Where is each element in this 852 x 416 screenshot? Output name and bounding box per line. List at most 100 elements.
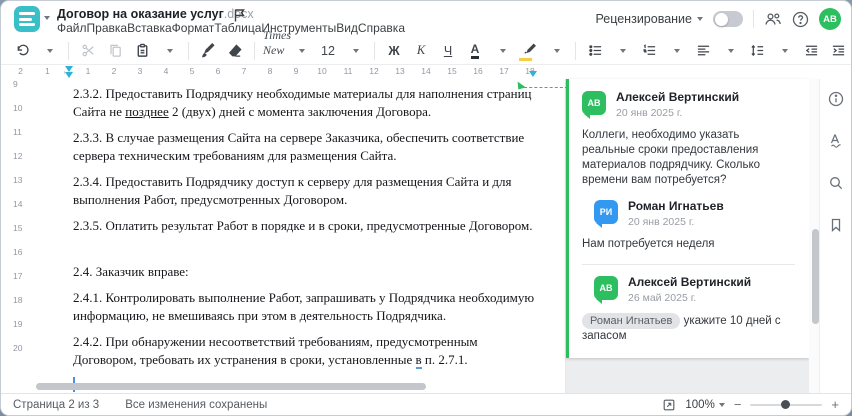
ruler-number: 14 — [13, 199, 23, 209]
ruler-number: 1 — [34, 66, 61, 76]
ruler-number: 5 — [179, 66, 205, 76]
menu-item[interactable]: Правка — [87, 21, 128, 35]
menu-item[interactable]: Файл — [57, 21, 87, 35]
flag-icon[interactable] — [233, 8, 246, 22]
paste-button[interactable] — [129, 39, 155, 63]
paragraph[interactable]: 2.4.2. При обнаружении несоответствий тр… — [73, 333, 543, 369]
horizontal-scrollbar-thumb[interactable] — [36, 383, 426, 390]
review-mode-dropdown[interactable]: Рецензирование — [595, 12, 703, 26]
app-logo-icon[interactable] — [14, 6, 40, 32]
bold-button[interactable]: Ж — [381, 39, 407, 63]
undo-button[interactable] — [9, 39, 35, 63]
ruler-number: 19 — [13, 319, 23, 329]
paragraph[interactable]: 2.3.4. Предоставить Подрядчику доступ к … — [73, 173, 543, 209]
align-left-button[interactable] — [690, 39, 716, 63]
vertical-ruler[interactable]: 9 10 11 12 13 14 15 16 17 18 19 20 — [1, 79, 31, 393]
text-run: 2.3.5. Оплатить результат Работ в порядк… — [73, 218, 533, 233]
font-color-button[interactable]: А — [462, 39, 488, 63]
ruler-number: 15 — [13, 223, 23, 233]
menu-item[interactable]: Формат — [172, 21, 215, 35]
user-avatar[interactable]: АВ — [819, 8, 841, 30]
right-indent-marker[interactable] — [529, 71, 537, 77]
font-size-caret[interactable] — [342, 39, 368, 63]
app-menu-caret-icon[interactable] — [44, 16, 50, 20]
menubar: ФайлПравкаВставкаФорматТаблицаИнструмент… — [57, 21, 405, 35]
menu-item[interactable]: Справка — [358, 21, 405, 35]
search-icon[interactable] — [828, 175, 844, 191]
horizontal-ruler[interactable]: 21 1 2 3 4 5 6 7 8 9 10 11 12 13 14 15 16 17 18 — [1, 65, 823, 79]
undo-menu-caret[interactable] — [36, 39, 62, 63]
menu-item[interactable]: Вставка — [127, 21, 172, 35]
italic-button[interactable]: К — [408, 39, 434, 63]
numbered-list-caret[interactable] — [663, 39, 689, 63]
text-run: п. 2.7.1. — [421, 352, 468, 367]
ruler-number: 6 — [205, 66, 231, 76]
clear-format-button[interactable] — [222, 39, 248, 63]
ruler-number: 9 — [283, 66, 309, 76]
app-window: Договор на оказание услуг.docx ФайлПравк… — [0, 0, 852, 416]
font-color-caret[interactable] — [489, 39, 515, 63]
comment-date: 26 май 2025 г. — [628, 292, 697, 304]
text-run: 2 (двух) дней с момента заключения Догов… — [168, 104, 432, 119]
paragraph[interactable]: 2.3.5. Оплатить результат Работ в порядк… — [73, 217, 543, 235]
paragraph[interactable]: 2.3.2. Предоставить Подрядчику необходим… — [73, 85, 543, 121]
paste-menu-caret[interactable] — [156, 39, 182, 63]
zoom-in-button[interactable]: + — [831, 398, 839, 411]
line-spacing-caret[interactable] — [771, 39, 797, 63]
comment-thread[interactable]: АВ Алексей Вертинский 20 янв 2025 г. Кол… — [566, 79, 809, 358]
align-caret[interactable] — [717, 39, 743, 63]
bullet-list-caret[interactable] — [609, 39, 635, 63]
paragraph[interactable]: 2.4. Заказчик вправе: — [73, 263, 543, 281]
help-icon[interactable] — [792, 11, 809, 28]
ruler-number: 17 — [13, 271, 23, 281]
comment[interactable]: АВ Алексей Вертинский 26 май 2025 г. Ром… — [582, 264, 795, 344]
ruler-number: 16 — [13, 247, 23, 257]
bullet-list-button[interactable] — [582, 39, 608, 63]
paragraph[interactable]: 2.3.3. В случае размещения Сайта на серв… — [73, 129, 543, 165]
increase-indent-button[interactable] — [825, 39, 851, 63]
mention-chip[interactable]: Роман Игнатьев — [582, 313, 681, 329]
menu-item[interactable]: Таблица — [214, 21, 261, 35]
comment-text: Роман Игнатьев укажите 10 дней с запасом — [582, 313, 781, 342]
ruler-number: 20 — [13, 343, 23, 353]
ruler-number: 14 — [413, 66, 439, 76]
zoom-out-button[interactable]: − — [734, 398, 742, 411]
comment[interactable]: РИ Роман Игнатьев 20 янв 2025 г. Нам пот… — [582, 200, 795, 252]
left-indent-marker[interactable] — [65, 72, 73, 78]
cut-button[interactable] — [75, 39, 101, 63]
menu-item[interactable]: Вид — [336, 21, 358, 35]
zoom-slider-knob[interactable] — [780, 400, 790, 409]
underline-button[interactable]: Ч — [435, 39, 461, 63]
page-indicator[interactable]: Страница 2 из 3 — [13, 399, 99, 411]
ruler-number: 12 — [361, 66, 387, 76]
zoom-slider[interactable] — [750, 400, 823, 409]
collaboration-users-icon[interactable] — [764, 11, 782, 27]
review-toggle[interactable] — [713, 11, 743, 27]
zoom-level-select[interactable]: 100% — [685, 399, 725, 411]
highlight-caret[interactable] — [543, 39, 569, 63]
format-painter-button[interactable] — [195, 39, 221, 63]
vertical-scrollbar-thumb[interactable] — [811, 229, 819, 324]
fit-width-icon[interactable] — [662, 398, 676, 412]
font-name-caret[interactable] — [288, 39, 314, 63]
spellcheck-icon[interactable] — [828, 133, 844, 149]
font-size-select[interactable]: 12 — [315, 39, 341, 63]
document-title-text: Договор на оказание услуг — [57, 7, 224, 21]
line-spacing-button[interactable] — [744, 39, 770, 63]
info-icon[interactable] — [828, 91, 844, 107]
ruler-number: 1 — [75, 66, 101, 76]
document-text[interactable]: 2.3.2. Предоставить Подрядчику необходим… — [73, 85, 543, 392]
numbered-list-button[interactable] — [636, 39, 662, 63]
font-name-select[interactable]: Times New ... — [261, 28, 291, 72]
ruler-number: 3 — [127, 66, 153, 76]
comment-avatar: РИ — [594, 200, 618, 228]
decrease-indent-button[interactable] — [798, 39, 824, 63]
ruler-number: 17 — [491, 66, 517, 76]
highlight-button[interactable] — [516, 39, 542, 63]
chevron-down-icon — [697, 17, 703, 21]
document-page[interactable]: 2.3.2. Предоставить Подрядчику необходим… — [31, 79, 568, 393]
copy-button[interactable] — [102, 39, 128, 63]
comment[interactable]: АВ Алексей Вертинский 20 янв 2025 г. Кол… — [582, 91, 795, 188]
bookmark-icon[interactable] — [828, 217, 844, 233]
paragraph[interactable]: 2.4.1. Контролировать выполнение Работ, … — [73, 289, 543, 325]
